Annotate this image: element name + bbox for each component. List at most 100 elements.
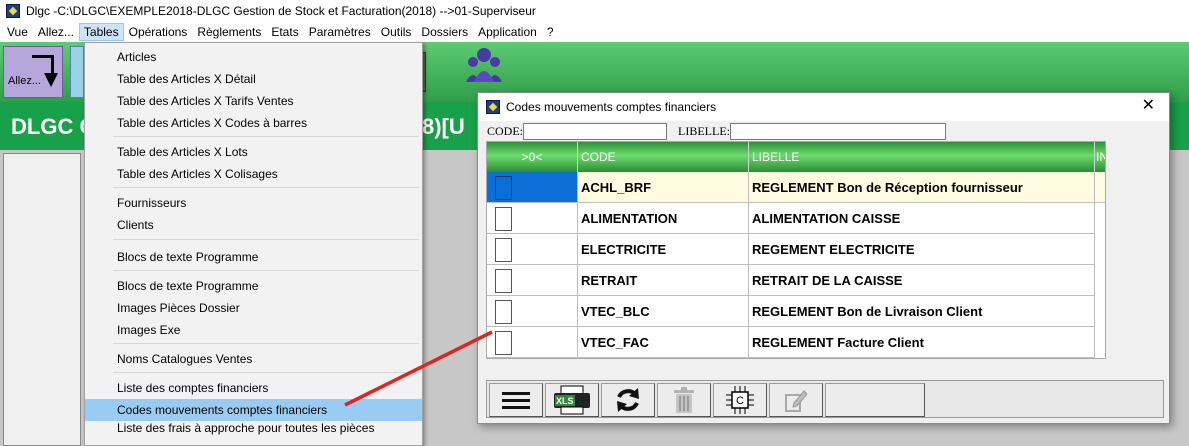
hamburger-icon [502, 392, 530, 409]
dialog-button-bar: XLS C [486, 380, 1164, 418]
menu-outils[interactable]: Outils [376, 23, 417, 41]
edit-pencil-icon [785, 390, 808, 412]
menu-item-articles[interactable]: Articles [85, 46, 422, 68]
column-header-extra[interactable]: IN [1095, 142, 1105, 172]
code-filter-label: CODE: [487, 124, 523, 138]
libelle-filter-label: LIBELLE: [678, 124, 730, 138]
menu-allez[interactable]: Allez... [33, 23, 79, 41]
row-libelle: REGLEMENT Bon de Réception fournisseur [749, 172, 1095, 203]
row-code: ALIMENTATION [578, 203, 749, 234]
row-libelle: REGEMENT ELECTRICITE [749, 234, 1095, 265]
table-row[interactable]: VTEC_BLC REGLEMENT Bon de Livraison Clie… [487, 296, 1105, 327]
menubar: Vue Allez... Tables Opérations Règlement… [0, 22, 1189, 42]
column-header-code[interactable]: CODE [578, 142, 749, 172]
table-row[interactable]: ALIMENTATION ALIMENTATION CAISSE [487, 203, 1105, 234]
row-code: VTEC_FAC [578, 327, 749, 358]
menu-parametres[interactable]: Paramètres [304, 23, 376, 41]
menu-item-images-pieces[interactable]: Images Pièces Dossier [85, 297, 422, 319]
allez-label: Allez... [8, 75, 42, 87]
menu-item-articles-lots[interactable]: Table des Articles X Lots [85, 141, 422, 163]
dialog-titlebar: Codes mouvements comptes financiers ✕ [478, 93, 1169, 121]
export-xls-button[interactable]: XLS [545, 383, 599, 417]
code-filter-input[interactable] [523, 123, 667, 140]
row-libelle: ALIMENTATION CAISSE [749, 203, 1095, 234]
menu-item-codes-mouvements[interactable]: Codes mouvements comptes financiers [85, 399, 422, 421]
row-code: VTEC_BLC [578, 296, 749, 327]
menu-tables[interactable]: Tables [78, 23, 124, 41]
table-row[interactable]: ELECTRICITE REGEMENT ELECTRICITE [487, 234, 1105, 265]
libelle-filter-input[interactable] [729, 123, 946, 140]
config-button[interactable]: C [713, 383, 767, 417]
menu-etats[interactable]: Etats [266, 23, 303, 41]
row-checkbox[interactable] [495, 269, 512, 293]
menu-item-articles-colisages[interactable]: Table des Articles X Colisages [85, 163, 422, 185]
code-filter: CODE: [487, 123, 667, 140]
menu-button[interactable] [489, 383, 543, 417]
menu-item-articles-codes-barres[interactable]: Table des Articles X Codes à barres [85, 112, 422, 134]
menu-separator [113, 136, 419, 137]
row-libelle: RETRAIT DE LA CAISSE [749, 265, 1095, 296]
row-code: ACHL_BRF [578, 172, 749, 203]
row-code: ELECTRICITE [578, 234, 749, 265]
chip-c-icon: C [726, 386, 754, 414]
column-header-libelle[interactable]: LIBELLE [749, 142, 1095, 172]
window-titlebar: Dlgc -C:\DLGC\EXEMPLE2018-DLGC Gestion d… [0, 0, 1189, 22]
column-header-check[interactable]: >0< [487, 142, 578, 172]
menu-item-liste-frais[interactable]: Liste des frais à approche pour toutes l… [85, 421, 422, 435]
chip-icon-text: C [736, 395, 744, 407]
menu-separator [113, 270, 419, 271]
codes-mouvements-dialog: Codes mouvements comptes financiers ✕ CO… [477, 92, 1170, 424]
menu-item-liste-comptes[interactable]: Liste des comptes financiers [85, 377, 422, 399]
data-grid: >0< CODE LIBELLE IN ACHL_BRF REGLEMENT B… [486, 141, 1106, 359]
empty-button[interactable] [825, 383, 925, 417]
users-icon[interactable] [462, 46, 506, 82]
side-panel [3, 153, 81, 446]
close-icon[interactable]: ✕ [1142, 97, 1155, 115]
row-checkbox[interactable] [495, 207, 512, 231]
banner-text: 8)[U [422, 114, 465, 139]
menu-separator [113, 187, 419, 188]
xls-icon-text: XLS [556, 396, 574, 406]
table-row[interactable]: RETRAIT RETRAIT DE LA CAISSE [487, 265, 1105, 296]
app-icon [486, 100, 500, 114]
tables-dropdown-menu: Articles Table des Articles X Détail Tab… [84, 42, 423, 446]
row-checkbox[interactable] [495, 300, 512, 324]
row-checkbox[interactable] [495, 238, 512, 262]
menu-item-images-exe[interactable]: Images Exe [85, 319, 422, 341]
allez-button[interactable]: Allez... [3, 46, 63, 98]
menu-reglements[interactable]: Règlements [192, 23, 266, 41]
menu-separator [113, 343, 419, 344]
row-libelle: REGLEMENT Bon de Livraison Client [749, 296, 1095, 327]
edit-button[interactable] [769, 383, 823, 417]
dialog-title: Codes mouvements comptes financiers [506, 100, 717, 114]
table-row[interactable]: ACHL_BRF REGLEMENT Bon de Réception four… [487, 172, 1105, 203]
window-title: Dlgc -C:\DLGC\EXEMPLE2018-DLGC Gestion d… [26, 4, 536, 18]
menu-item-articles-tarifs[interactable]: Table des Articles X Tarifs Ventes [85, 90, 422, 112]
trash-icon [674, 387, 694, 413]
menu-dossiers[interactable]: Dossiers [416, 23, 473, 41]
menu-item-articles-detail[interactable]: Table des Articles X Détail [85, 68, 422, 90]
menu-separator [113, 239, 419, 240]
toolbar-button[interactable] [70, 46, 84, 98]
arrow-head-icon [44, 73, 58, 87]
refresh-icon [617, 388, 639, 412]
menu-operations[interactable]: Opérations [124, 23, 193, 41]
delete-button[interactable] [657, 383, 711, 417]
refresh-button[interactable] [601, 383, 655, 417]
xls-printer-icon: XLS [554, 385, 590, 415]
menu-help[interactable]: ? [542, 23, 559, 41]
row-checkbox[interactable] [495, 176, 512, 200]
menu-application[interactable]: Application [473, 23, 542, 41]
row-libelle: REGLEMENT Facture Client [749, 327, 1095, 358]
menu-item-noms-catalogues[interactable]: Noms Catalogues Ventes [85, 348, 422, 370]
row-code: RETRAIT [578, 265, 749, 296]
menu-separator [113, 372, 419, 373]
table-row[interactable]: VTEC_FAC REGLEMENT Facture Client [487, 327, 1105, 358]
menu-item-blocs-texte[interactable]: Blocs de texte Programme [85, 246, 422, 268]
menu-item-clients[interactable]: Clients [85, 214, 422, 236]
libelle-filter: LIBELLE: [678, 123, 946, 140]
menu-item-fournisseurs[interactable]: Fournisseurs [85, 192, 422, 214]
row-checkbox[interactable] [495, 331, 512, 355]
menu-vue[interactable]: Vue [2, 23, 33, 41]
menu-item-blocs-texte-2[interactable]: Blocs de texte Programme [85, 275, 422, 297]
